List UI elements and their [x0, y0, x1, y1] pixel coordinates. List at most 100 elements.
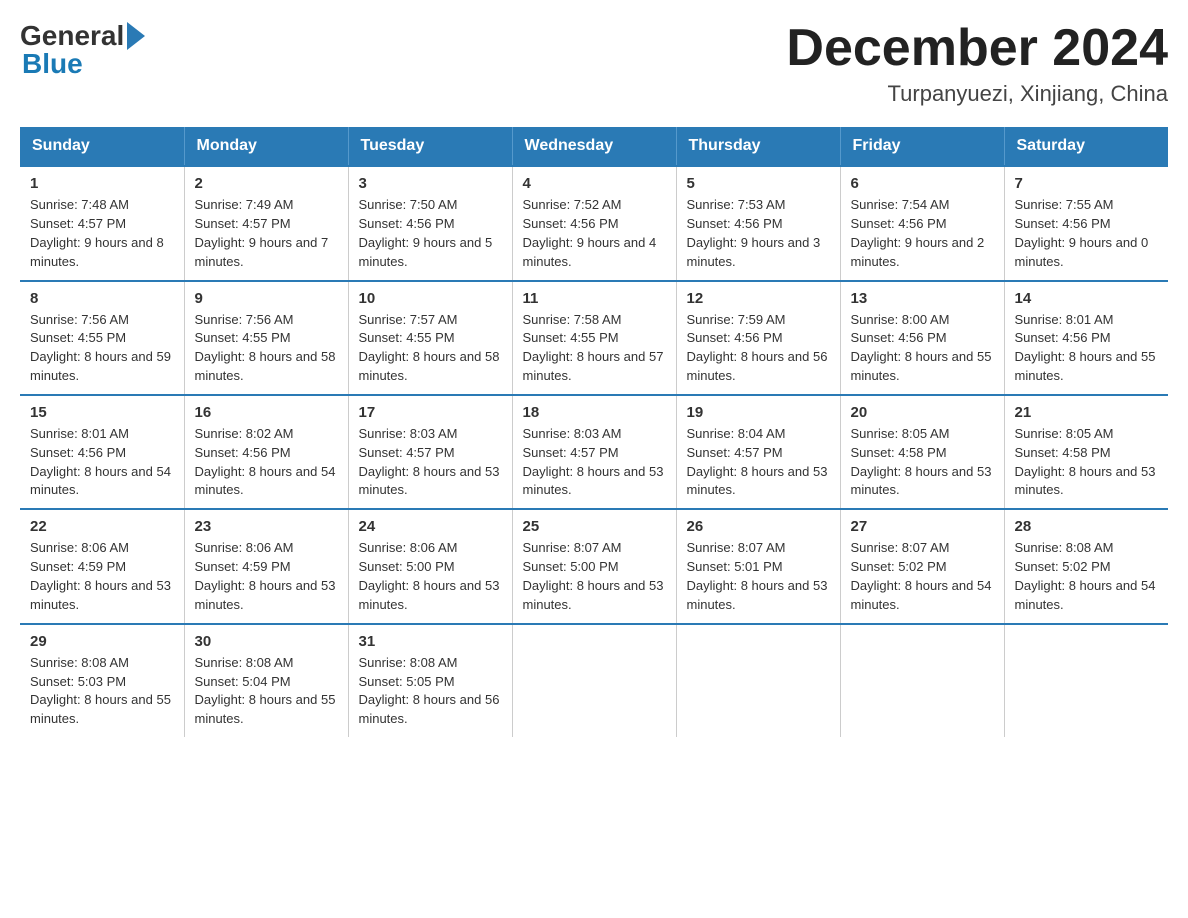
calendar-week-row: 29 Sunrise: 8:08 AMSunset: 5:03 PMDayligh… [20, 624, 1168, 737]
calendar-cell: 3Sunrise: 7:50 AMSunset: 4:56 PMDaylight… [348, 166, 512, 280]
logo-triangle-icon [127, 22, 145, 50]
calendar-cell: 13 Sunrise: 8:00 AMSunset: 4:56 PMDayligh… [840, 281, 1004, 395]
day-info: Sunrise: 7:49 AMSunset: 4:57 PMDaylight:… [195, 196, 338, 271]
calendar-week-row: 22 Sunrise: 8:06 AMSunset: 4:59 PMDayligh… [20, 509, 1168, 623]
day-number: 27 [851, 518, 994, 535]
day-number: 12 [687, 290, 830, 307]
day-number: 28 [1015, 518, 1159, 535]
day-info: Sunrise: 8:07 AMSunset: 5:02 PMDaylight:… [851, 539, 994, 614]
day-info: Sunrise: 8:06 AMSunset: 5:00 PMDaylight:… [359, 539, 502, 614]
calendar-cell: 5 Sunrise: 7:53 AMSunset: 4:56 PMDaylight… [676, 166, 840, 280]
day-number: 29 [30, 633, 174, 650]
calendar-cell: 12 Sunrise: 7:59 AMSunset: 4:56 PMDayligh… [676, 281, 840, 395]
weekday-header-friday: Friday [840, 127, 1004, 166]
day-info: Sunrise: 8:01 AMSunset: 4:56 PMDaylight:… [30, 425, 174, 500]
calendar-cell: 8 Sunrise: 7:56 AMSunset: 4:55 PMDaylight… [20, 281, 184, 395]
day-info: Sunrise: 8:07 AMSunset: 5:01 PMDaylight:… [687, 539, 830, 614]
weekday-header-wednesday: Wednesday [512, 127, 676, 166]
day-number: 13 [851, 290, 994, 307]
day-number: 31 [359, 633, 502, 650]
weekday-header-row: SundayMondayTuesdayWednesdayThursdayFrid… [20, 127, 1168, 166]
day-info: Sunrise: 7:59 AMSunset: 4:56 PMDaylight:… [687, 311, 830, 386]
calendar-cell: 23Sunrise: 8:06 AMSunset: 4:59 PMDayligh… [184, 509, 348, 623]
day-number: 18 [523, 404, 666, 421]
calendar-cell: 22 Sunrise: 8:06 AMSunset: 4:59 PMDayligh… [20, 509, 184, 623]
day-number: 1 [30, 175, 174, 192]
calendar-cell: 1 Sunrise: 7:48 AMSunset: 4:57 PMDaylight… [20, 166, 184, 280]
calendar-cell: 7 Sunrise: 7:55 AMSunset: 4:56 PMDaylight… [1004, 166, 1168, 280]
day-number: 21 [1015, 404, 1159, 421]
calendar-cell [840, 624, 1004, 737]
calendar-cell: 26 Sunrise: 8:07 AMSunset: 5:01 PMDayligh… [676, 509, 840, 623]
calendar-header: SundayMondayTuesdayWednesdayThursdayFrid… [20, 127, 1168, 166]
weekday-header-sunday: Sunday [20, 127, 184, 166]
day-number: 22 [30, 518, 174, 535]
day-info: Sunrise: 8:02 AMSunset: 4:56 PMDaylight:… [195, 425, 338, 500]
calendar-week-row: 1 Sunrise: 7:48 AMSunset: 4:57 PMDaylight… [20, 166, 1168, 280]
day-info: Sunrise: 8:05 AMSunset: 4:58 PMDaylight:… [851, 425, 994, 500]
day-info: Sunrise: 7:48 AMSunset: 4:57 PMDaylight:… [30, 196, 174, 271]
page-header: General Blue December 2024 Turpanyuezi, … [20, 20, 1168, 107]
day-number: 3 [359, 175, 502, 192]
location-title: Turpanyuezi, Xinjiang, China [786, 81, 1168, 107]
calendar-week-row: 15 Sunrise: 8:01 AMSunset: 4:56 PMDayligh… [20, 395, 1168, 509]
logo-blue-text: Blue [22, 48, 83, 80]
calendar-cell: 17Sunrise: 8:03 AMSunset: 4:57 PMDayligh… [348, 395, 512, 509]
calendar-cell: 18 Sunrise: 8:03 AMSunset: 4:57 PMDayligh… [512, 395, 676, 509]
day-number: 11 [523, 290, 666, 307]
weekday-header-thursday: Thursday [676, 127, 840, 166]
day-info: Sunrise: 8:08 AMSunset: 5:03 PMDaylight:… [30, 654, 174, 729]
calendar-cell: 15 Sunrise: 8:01 AMSunset: 4:56 PMDayligh… [20, 395, 184, 509]
calendar-cell: 16 Sunrise: 8:02 AMSunset: 4:56 PMDayligh… [184, 395, 348, 509]
day-info: Sunrise: 8:06 AMSunset: 4:59 PMDaylight:… [195, 539, 338, 614]
calendar-cell: 6Sunrise: 7:54 AMSunset: 4:56 PMDaylight… [840, 166, 1004, 280]
day-info: Sunrise: 7:52 AMSunset: 4:56 PMDaylight:… [523, 196, 666, 271]
day-number: 30 [195, 633, 338, 650]
logo: General Blue [20, 20, 145, 80]
calendar-cell: 2Sunrise: 7:49 AMSunset: 4:57 PMDaylight… [184, 166, 348, 280]
calendar-cell: 28 Sunrise: 8:08 AMSunset: 5:02 PMDayligh… [1004, 509, 1168, 623]
calendar-cell: 29 Sunrise: 8:08 AMSunset: 5:03 PMDayligh… [20, 624, 184, 737]
day-number: 25 [523, 518, 666, 535]
day-info: Sunrise: 8:06 AMSunset: 4:59 PMDaylight:… [30, 539, 174, 614]
calendar-cell: 20Sunrise: 8:05 AMSunset: 4:58 PMDayligh… [840, 395, 1004, 509]
day-info: Sunrise: 8:00 AMSunset: 4:56 PMDaylight:… [851, 311, 994, 386]
calendar-week-row: 8 Sunrise: 7:56 AMSunset: 4:55 PMDaylight… [20, 281, 1168, 395]
calendar-cell: 31 Sunrise: 8:08 AMSunset: 5:05 PMDayligh… [348, 624, 512, 737]
day-info: Sunrise: 8:07 AMSunset: 5:00 PMDaylight:… [523, 539, 666, 614]
calendar-cell: 30Sunrise: 8:08 AMSunset: 5:04 PMDayligh… [184, 624, 348, 737]
day-info: Sunrise: 7:58 AMSunset: 4:55 PMDaylight:… [523, 311, 666, 386]
title-area: December 2024 Turpanyuezi, Xinjiang, Chi… [786, 20, 1168, 107]
day-number: 15 [30, 404, 174, 421]
calendar-cell: 10Sunrise: 7:57 AMSunset: 4:55 PMDayligh… [348, 281, 512, 395]
day-info: Sunrise: 7:53 AMSunset: 4:56 PMDaylight:… [687, 196, 830, 271]
weekday-header-monday: Monday [184, 127, 348, 166]
calendar-cell: 11 Sunrise: 7:58 AMSunset: 4:55 PMDayligh… [512, 281, 676, 395]
calendar-cell: 4Sunrise: 7:52 AMSunset: 4:56 PMDaylight… [512, 166, 676, 280]
day-info: Sunrise: 8:03 AMSunset: 4:57 PMDaylight:… [523, 425, 666, 500]
day-info: Sunrise: 8:05 AMSunset: 4:58 PMDaylight:… [1015, 425, 1159, 500]
day-number: 14 [1015, 290, 1159, 307]
day-info: Sunrise: 8:08 AMSunset: 5:02 PMDaylight:… [1015, 539, 1159, 614]
day-number: 24 [359, 518, 502, 535]
day-info: Sunrise: 7:56 AMSunset: 4:55 PMDaylight:… [30, 311, 174, 386]
day-info: Sunrise: 8:08 AMSunset: 5:05 PMDaylight:… [359, 654, 502, 729]
day-info: Sunrise: 7:56 AMSunset: 4:55 PMDaylight:… [195, 311, 338, 386]
calendar-cell [1004, 624, 1168, 737]
calendar-cell: 27 Sunrise: 8:07 AMSunset: 5:02 PMDayligh… [840, 509, 1004, 623]
calendar-cell: 9Sunrise: 7:56 AMSunset: 4:55 PMDaylight… [184, 281, 348, 395]
day-number: 7 [1015, 175, 1159, 192]
weekday-header-tuesday: Tuesday [348, 127, 512, 166]
calendar-cell: 19 Sunrise: 8:04 AMSunset: 4:57 PMDayligh… [676, 395, 840, 509]
day-info: Sunrise: 8:04 AMSunset: 4:57 PMDaylight:… [687, 425, 830, 500]
day-number: 5 [687, 175, 830, 192]
day-number: 26 [687, 518, 830, 535]
day-info: Sunrise: 8:03 AMSunset: 4:57 PMDaylight:… [359, 425, 502, 500]
day-number: 8 [30, 290, 174, 307]
day-number: 10 [359, 290, 502, 307]
day-number: 19 [687, 404, 830, 421]
day-info: Sunrise: 7:54 AMSunset: 4:56 PMDaylight:… [851, 196, 994, 271]
day-info: Sunrise: 8:01 AMSunset: 4:56 PMDaylight:… [1015, 311, 1159, 386]
day-info: Sunrise: 7:55 AMSunset: 4:56 PMDaylight:… [1015, 196, 1159, 271]
day-number: 16 [195, 404, 338, 421]
